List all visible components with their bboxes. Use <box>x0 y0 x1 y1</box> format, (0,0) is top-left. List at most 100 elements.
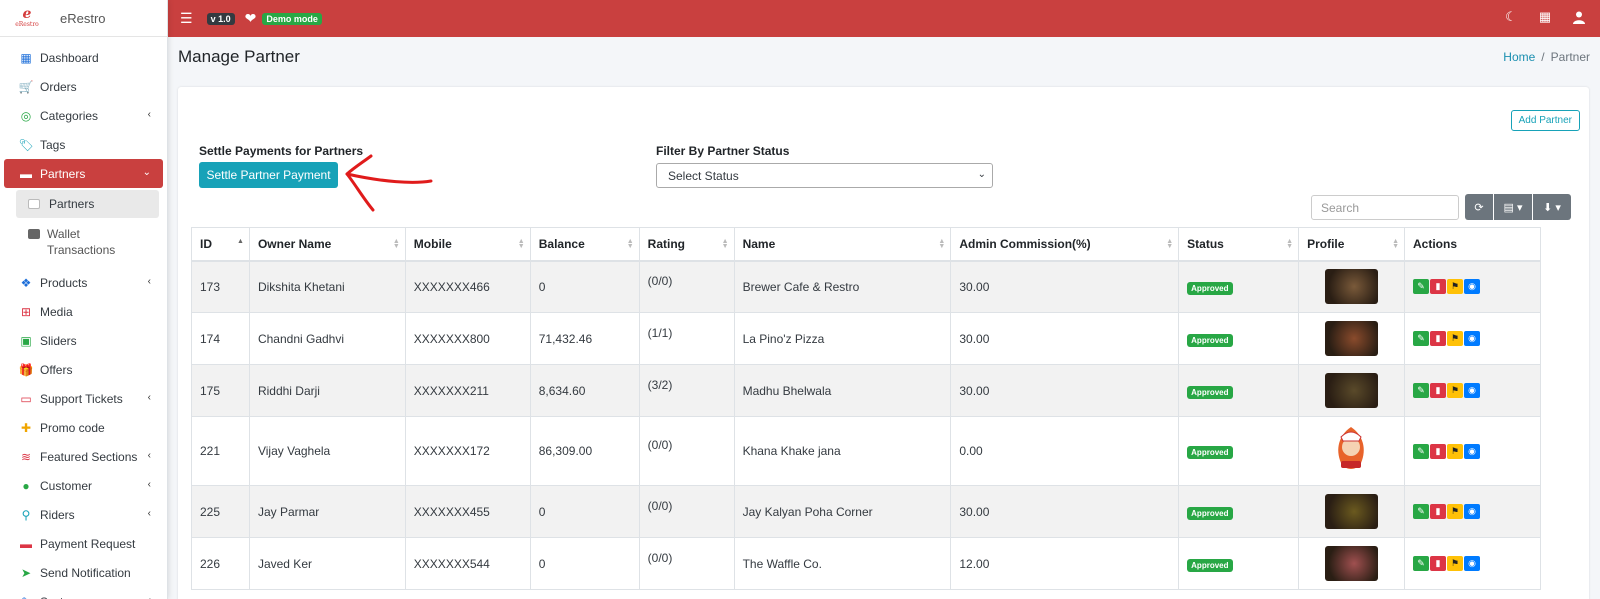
view-button[interactable]: ◉ <box>1464 331 1481 346</box>
column-header-balance[interactable]: Balance ▲ ▼ <box>529 227 640 262</box>
sidebar-item-orders[interactable]: 🛒 Orders <box>0 72 167 101</box>
cell-mobile: XXXXXXX544 <box>404 537 531 590</box>
cell-rating-value: (0/0) <box>647 273 673 288</box>
brand[interactable]: e eRestro eRestro <box>0 0 167 37</box>
payment-button[interactable]: ⚑ <box>1447 279 1464 295</box>
puzzle-icon: ✚ <box>20 420 32 435</box>
delete-button[interactable]: ▮ <box>1430 383 1447 398</box>
cell-commission: 30.00 <box>950 260 1180 313</box>
view-button[interactable]: ◉ <box>1464 279 1481 295</box>
profile-image[interactable] <box>1325 373 1379 408</box>
sidebar-item-sliders[interactable]: ▣ Sliders <box>0 326 167 355</box>
columns-toggle-button[interactable]: ▤ ▾ <box>1494 194 1532 220</box>
cell-mobile: XXXXXXX800 <box>404 312 531 365</box>
column-header-admin-commission[interactable]: Admin Commission(%) ▲ ▼ <box>950 227 1180 262</box>
edit-button[interactable]: ✎ <box>1413 331 1430 346</box>
wrench-icon: ✎ <box>19 595 33 599</box>
user-icon[interactable] <box>1572 10 1586 24</box>
profile-image[interactable] <box>1325 494 1379 529</box>
export-button[interactable]: ⬇ ▾ <box>1533 194 1571 220</box>
sidebar-subitem-partners[interactable]: Partners <box>16 190 159 218</box>
view-button[interactable]: ◉ <box>1464 383 1481 398</box>
add-partner-button[interactable]: Add Partner <box>1510 110 1580 131</box>
cell-profile <box>1298 537 1406 590</box>
sidebar-item-partners[interactable]: ▬ Partners ⌄ <box>4 159 163 188</box>
sidebar-subitem-wallet-transactions[interactable]: Wallet Transactions <box>28 218 167 268</box>
chevron-left-icon: ‹ <box>147 450 151 461</box>
sidebar-nav: ▦ Dashboard 🛒 Orders ◎ Categories ‹ 🏷 Tags ▬ Partn… <box>0 37 167 599</box>
table-row: 174 Chandni Gadhvi XXXXXXX800 71,432.46 (1/1… <box>191 312 1541 365</box>
menu-toggle-icon[interactable]: ☰ <box>180 10 193 27</box>
sidebar-item-customer[interactable]: ● Customer ‹ <box>0 471 167 500</box>
edit-button[interactable]: ✎ <box>1413 279 1430 295</box>
cell-profile <box>1298 364 1406 417</box>
filter-status-label: Filter By Partner Status <box>656 144 790 158</box>
sidebar-item-promo-code[interactable]: ✚ Promo code <box>0 413 167 442</box>
edit-button[interactable]: ✎ <box>1413 556 1430 571</box>
column-header-rating[interactable]: Rating ▲ ▼ <box>638 227 735 262</box>
payment-button[interactable]: ⚑ <box>1447 556 1464 571</box>
view-button[interactable]: ◉ <box>1464 443 1481 459</box>
settle-partner-payment-button[interactable]: Settle Partner Payment <box>199 162 338 188</box>
delete-button[interactable]: ▮ <box>1430 443 1447 459</box>
sidebar-item-system[interactable]: ✎ System ‹ <box>0 587 167 599</box>
apps-grid-icon[interactable]: ▦ <box>1538 9 1552 24</box>
profile-image[interactable] <box>1325 321 1379 356</box>
sidebar-item-label: Customer <box>40 478 93 493</box>
search-input[interactable]: Search <box>1311 195 1459 220</box>
column-header-mobile[interactable]: Mobile ▲ ▼ <box>404 227 531 262</box>
cell-commission-value: 30.00 <box>959 383 990 398</box>
dark-mode-icon[interactable]: ☾ <box>1504 9 1518 24</box>
partner-status-select[interactable]: Select Status ⌄ <box>656 163 993 188</box>
sort-icon: ▲ ▼ <box>1286 238 1294 250</box>
cell-commission: 30.00 <box>950 485 1180 538</box>
sort-icon: ▲ ▼ <box>392 238 400 250</box>
column-header-name[interactable]: Name ▲ ▼ <box>733 227 952 262</box>
column-header-owner-name[interactable]: Owner Name ▲ ▼ <box>248 227 406 262</box>
payment-button[interactable]: ⚑ <box>1447 443 1464 459</box>
sidebar-item-label: Categories <box>40 108 99 123</box>
column-header-status[interactable]: Status ▲ ▼ <box>1178 227 1300 262</box>
refresh-button[interactable]: ⟳ <box>1465 194 1493 220</box>
payment-button[interactable]: ⚑ <box>1447 331 1464 346</box>
edit-button[interactable]: ✎ <box>1413 443 1430 459</box>
sidebar-item-featured-sections[interactable]: ≋ Featured Sections ‹ <box>0 442 167 471</box>
sidebar-item-dashboard[interactable]: ▦ Dashboard <box>0 43 167 72</box>
column-header-id[interactable]: ID ▲ <box>191 227 250 262</box>
chevron-down-icon: ⌄ <box>977 169 986 180</box>
sidebar-item-media[interactable]: ⊞ Media <box>0 297 167 326</box>
sidebar-item-tags[interactable]: 🏷 Tags <box>0 130 167 159</box>
table-row: 221 Vijay Vaghela XXXXXXX172 86,309.00 (0/0)… <box>191 416 1541 486</box>
delete-button[interactable]: ▮ <box>1430 331 1447 346</box>
view-button[interactable]: ◉ <box>1464 504 1481 519</box>
delete-button[interactable]: ▮ <box>1430 556 1447 571</box>
sidebar-item-products[interactable]: ❖ Products ‹ <box>0 268 167 297</box>
profile-image[interactable] <box>1329 425 1373 477</box>
cell-name: Brewer Cafe & Restro <box>733 260 952 313</box>
image-icon: ▣ <box>20 333 32 348</box>
view-button[interactable]: ◉ <box>1464 556 1481 571</box>
target-icon: ◎ <box>20 108 32 123</box>
delete-button[interactable]: ▮ <box>1430 279 1447 295</box>
sidebar-item-support-tickets[interactable]: ▭ Support Tickets ‹ <box>0 384 167 413</box>
sort-icon: ▲ ▼ <box>1166 238 1174 250</box>
column-header-profile[interactable]: Profile ▲ ▼ <box>1298 227 1406 262</box>
sidebar-item-offers[interactable]: 🎁 Offers <box>0 355 167 384</box>
breadcrumb-home[interactable]: Home <box>1503 50 1535 64</box>
edit-button[interactable]: ✎ <box>1413 383 1430 398</box>
profile-image[interactable] <box>1325 269 1379 305</box>
profile-image[interactable] <box>1325 546 1379 581</box>
column-header-label: Owner Name <box>257 236 332 251</box>
sidebar-item-categories[interactable]: ◎ Categories ‹ <box>0 101 167 130</box>
cell-id-value: 173 <box>200 279 221 294</box>
sidebar-item-send-notification[interactable]: ➤ Send Notification <box>0 558 167 587</box>
edit-button[interactable]: ✎ <box>1413 504 1430 519</box>
column-header-label: Admin Commission(%) <box>959 236 1091 251</box>
sidebar-item-riders[interactable]: ⚲ Riders ‹ <box>0 500 167 529</box>
delete-button[interactable]: ▮ <box>1430 504 1447 519</box>
cell-owner-value: Javed Ker <box>257 556 312 571</box>
payment-button[interactable]: ⚑ <box>1447 383 1464 398</box>
payment-button[interactable]: ⚑ <box>1447 504 1464 519</box>
cell-rating-value: (0/0) <box>647 438 673 452</box>
sidebar-item-payment-request[interactable]: ▬ Payment Request <box>0 529 167 558</box>
